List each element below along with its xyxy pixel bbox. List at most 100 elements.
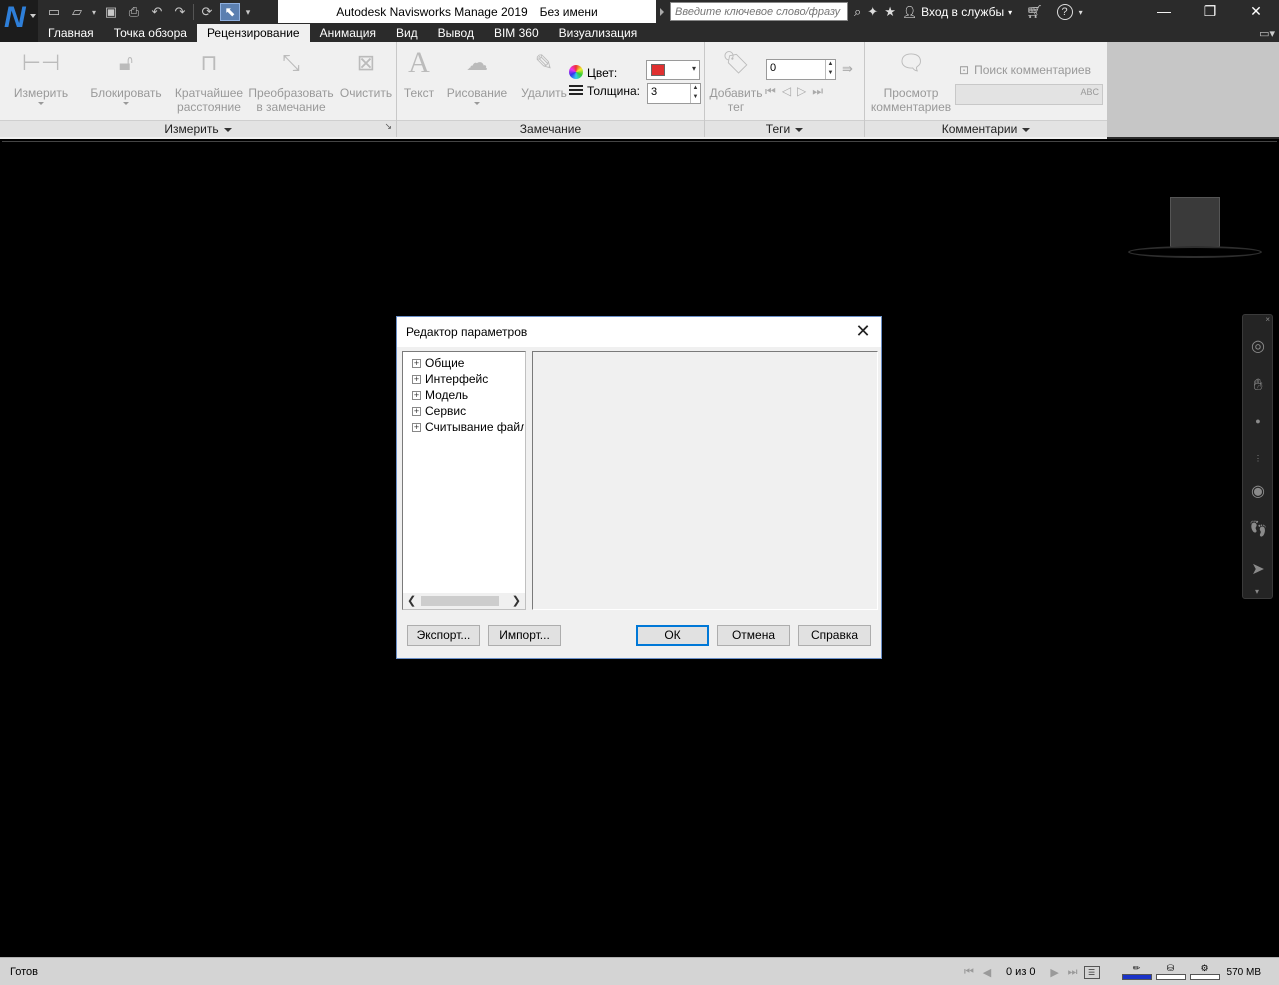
tags-panel-title[interactable]: Теги bbox=[705, 120, 864, 137]
draw-button[interactable]: ☁ Рисование bbox=[445, 48, 509, 105]
tag-id-stepper[interactable]: 0 ▲ ▼ bbox=[766, 59, 836, 80]
expand-icon[interactable]: + bbox=[412, 374, 421, 384]
add-tag-button[interactable]: 🏷︎ Добавить тег bbox=[707, 48, 765, 114]
search-abc-icon[interactable]: ABC bbox=[1080, 87, 1099, 97]
convert-to-redline-button[interactable]: ⤡ Преобразовать в замечание bbox=[248, 48, 334, 114]
tab-view[interactable]: Вид bbox=[386, 24, 428, 42]
navbar-options-icon[interactable]: ▾ bbox=[1255, 587, 1259, 596]
quick-find-comments-input[interactable]: ABC bbox=[955, 84, 1103, 105]
expand-icon[interactable]: + bbox=[412, 358, 421, 368]
disk-progress-bar bbox=[1155, 974, 1186, 980]
signin-button[interactable]: 👤︎ Вход в службы ▾ bbox=[902, 5, 1012, 19]
new-file-icon[interactable]: ▭ bbox=[44, 3, 64, 21]
minimize-icon[interactable]: — bbox=[1141, 0, 1187, 22]
tree-item-label: Общие bbox=[425, 356, 465, 370]
expand-icon[interactable]: + bbox=[412, 406, 421, 416]
scroll-right-icon[interactable]: ❯ bbox=[512, 593, 521, 609]
tab-home[interactable]: Главная bbox=[38, 24, 104, 42]
search-input[interactable] bbox=[670, 2, 848, 21]
thickness-stepper[interactable]: 3 ▲ ▼ bbox=[647, 83, 701, 104]
text-button[interactable]: A Текст bbox=[399, 48, 439, 101]
tree-item-general[interactable]: + Общие bbox=[412, 355, 524, 371]
open-dropdown-icon[interactable]: ▾ bbox=[90, 3, 98, 21]
binoculars-icon[interactable]: ⌕ bbox=[854, 4, 861, 20]
spinner-arrows-icon[interactable]: ▲ ▼ bbox=[825, 60, 835, 79]
orbit-icon[interactable]: ◉ bbox=[1247, 480, 1269, 502]
measure-panel-title[interactable]: Измерить ↘ bbox=[0, 120, 396, 137]
color-swatch bbox=[651, 64, 665, 76]
shortest-distance-button[interactable]: ⊓ Кратчайшее расстояние bbox=[172, 48, 246, 114]
tab-render[interactable]: Визуализация bbox=[549, 24, 648, 42]
comments-panel-title[interactable]: Комментарии bbox=[865, 120, 1107, 137]
last-tag-icon[interactable]: ⏭︎ bbox=[812, 84, 823, 99]
color-picker[interactable]: ▾ bbox=[646, 60, 700, 80]
expand-icon[interactable]: + bbox=[412, 390, 421, 400]
scroll-left-icon[interactable]: ❮ bbox=[407, 593, 416, 609]
first-tag-icon[interactable]: ⏮︎ bbox=[765, 84, 776, 99]
close-icon[interactable]: ✕ bbox=[1233, 0, 1279, 22]
horizontal-scrollbar[interactable]: ❮ ❯ bbox=[403, 593, 525, 609]
tree-item-interface[interactable]: + Интерфейс bbox=[412, 371, 524, 387]
customize-toolbar-icon[interactable]: ▾ bbox=[243, 3, 253, 21]
expand-icon[interactable]: + bbox=[412, 422, 421, 432]
help-button[interactable]: Справка bbox=[798, 625, 871, 646]
tree-item-model[interactable]: + Модель bbox=[412, 387, 524, 403]
ok-button[interactable]: ОК bbox=[636, 625, 709, 646]
close-icon[interactable]: ✕ bbox=[853, 321, 873, 341]
erase-button[interactable]: ✎ Удалить bbox=[519, 48, 569, 100]
spinner-arrows-icon[interactable]: ▲ ▼ bbox=[690, 84, 700, 103]
import-button[interactable]: Импорт... bbox=[488, 625, 561, 646]
lock-label: Блокировать bbox=[90, 86, 162, 100]
application-menu-button[interactable]: N bbox=[0, 0, 38, 42]
print-icon[interactable]: ⎙ bbox=[124, 3, 144, 21]
refresh-icon[interactable]: ⟳ bbox=[197, 3, 217, 21]
cart-icon[interactable]: 🛒︎ bbox=[1026, 4, 1043, 20]
lock-button[interactable]: 🔓︎ Блокировать bbox=[88, 48, 164, 105]
tab-bim360[interactable]: BIM 360 bbox=[484, 24, 549, 42]
undo-icon[interactable]: ↶ bbox=[147, 3, 167, 21]
chevron-down-icon[interactable]: ▾ bbox=[1079, 8, 1083, 17]
tree-item-tools[interactable]: + Сервис bbox=[412, 403, 524, 419]
tab-output[interactable]: Вывод bbox=[428, 24, 484, 42]
zoom-icon[interactable]: ● bbox=[1247, 410, 1269, 432]
tab-review[interactable]: Рецензирование bbox=[196, 24, 310, 42]
tree-item-file-readers[interactable]: + Считывание файлов bbox=[412, 419, 524, 435]
next-tag-icon[interactable]: ▷ bbox=[797, 84, 806, 99]
dialog-titlebar[interactable]: Редактор параметров ✕ bbox=[397, 317, 881, 347]
last-sheet-icon[interactable]: ⏭︎ bbox=[1066, 965, 1080, 979]
scrollbar-thumb[interactable] bbox=[421, 596, 499, 606]
select-arrow-icon[interactable]: ➤ bbox=[1247, 558, 1269, 580]
restore-icon[interactable]: ❐ bbox=[1187, 0, 1233, 22]
measure-panel: ⊢⊣ Измерить 🔓︎ Блокировать ⊓ Кратчайшее … bbox=[0, 42, 397, 137]
cancel-button[interactable]: Отмена bbox=[717, 625, 790, 646]
sheet-browser-icon[interactable]: ☰ bbox=[1083, 965, 1100, 979]
redo-icon[interactable]: ↷ bbox=[170, 3, 190, 21]
open-file-icon[interactable]: ▱ bbox=[67, 3, 87, 21]
steering-wheel-icon[interactable]: ◎ bbox=[1247, 335, 1269, 357]
star-icon[interactable]: ★ bbox=[884, 4, 896, 20]
view-comments-button[interactable]: 🗨︎ Просмотр комментариев bbox=[867, 48, 955, 114]
tab-animation[interactable]: Анимация bbox=[310, 24, 386, 42]
next-sheet-icon[interactable]: ▶ bbox=[1048, 965, 1062, 979]
help-button[interactable]: ? bbox=[1056, 4, 1073, 20]
ribbon-minimize-icon[interactable]: ▭▾ bbox=[1259, 27, 1275, 40]
satellite-icon[interactable]: ✦ bbox=[867, 4, 878, 20]
pan-hand-icon[interactable]: ✋︎ bbox=[1247, 375, 1269, 397]
save-icon[interactable]: ▣ bbox=[101, 3, 121, 21]
select-cursor-icon[interactable]: ⬉ bbox=[220, 3, 240, 21]
quick-access-toolbar: ▭ ▱ ▾ ▣ ⎙ ↶ ↷ ⟳ ⬉ ▾ bbox=[44, 2, 253, 22]
go-to-tag-icon[interactable]: ⇛ bbox=[842, 61, 853, 77]
previous-sheet-icon[interactable]: ◀ bbox=[980, 965, 994, 979]
tab-viewpoint[interactable]: Точка обзора bbox=[104, 24, 197, 42]
viewcube-compass-ring[interactable] bbox=[1128, 246, 1262, 258]
walk-icon[interactable]: 👣︎ bbox=[1247, 518, 1269, 540]
clear-button[interactable]: ⊠ Очистить bbox=[338, 48, 394, 100]
close-navbar-icon[interactable]: × bbox=[1265, 315, 1270, 324]
first-sheet-icon[interactable]: ⏮︎ bbox=[962, 965, 976, 979]
measure-button[interactable]: ⊢⊣ Измерить bbox=[8, 48, 74, 105]
viewcube[interactable] bbox=[1170, 197, 1220, 247]
export-button[interactable]: Экспорт... bbox=[407, 625, 480, 646]
dialog-launcher-icon[interactable]: ↘ bbox=[384, 118, 392, 135]
previous-tag-icon[interactable]: ◁ bbox=[782, 84, 791, 99]
find-comments-button[interactable]: ⊡ Поиск комментариев bbox=[959, 63, 1091, 77]
